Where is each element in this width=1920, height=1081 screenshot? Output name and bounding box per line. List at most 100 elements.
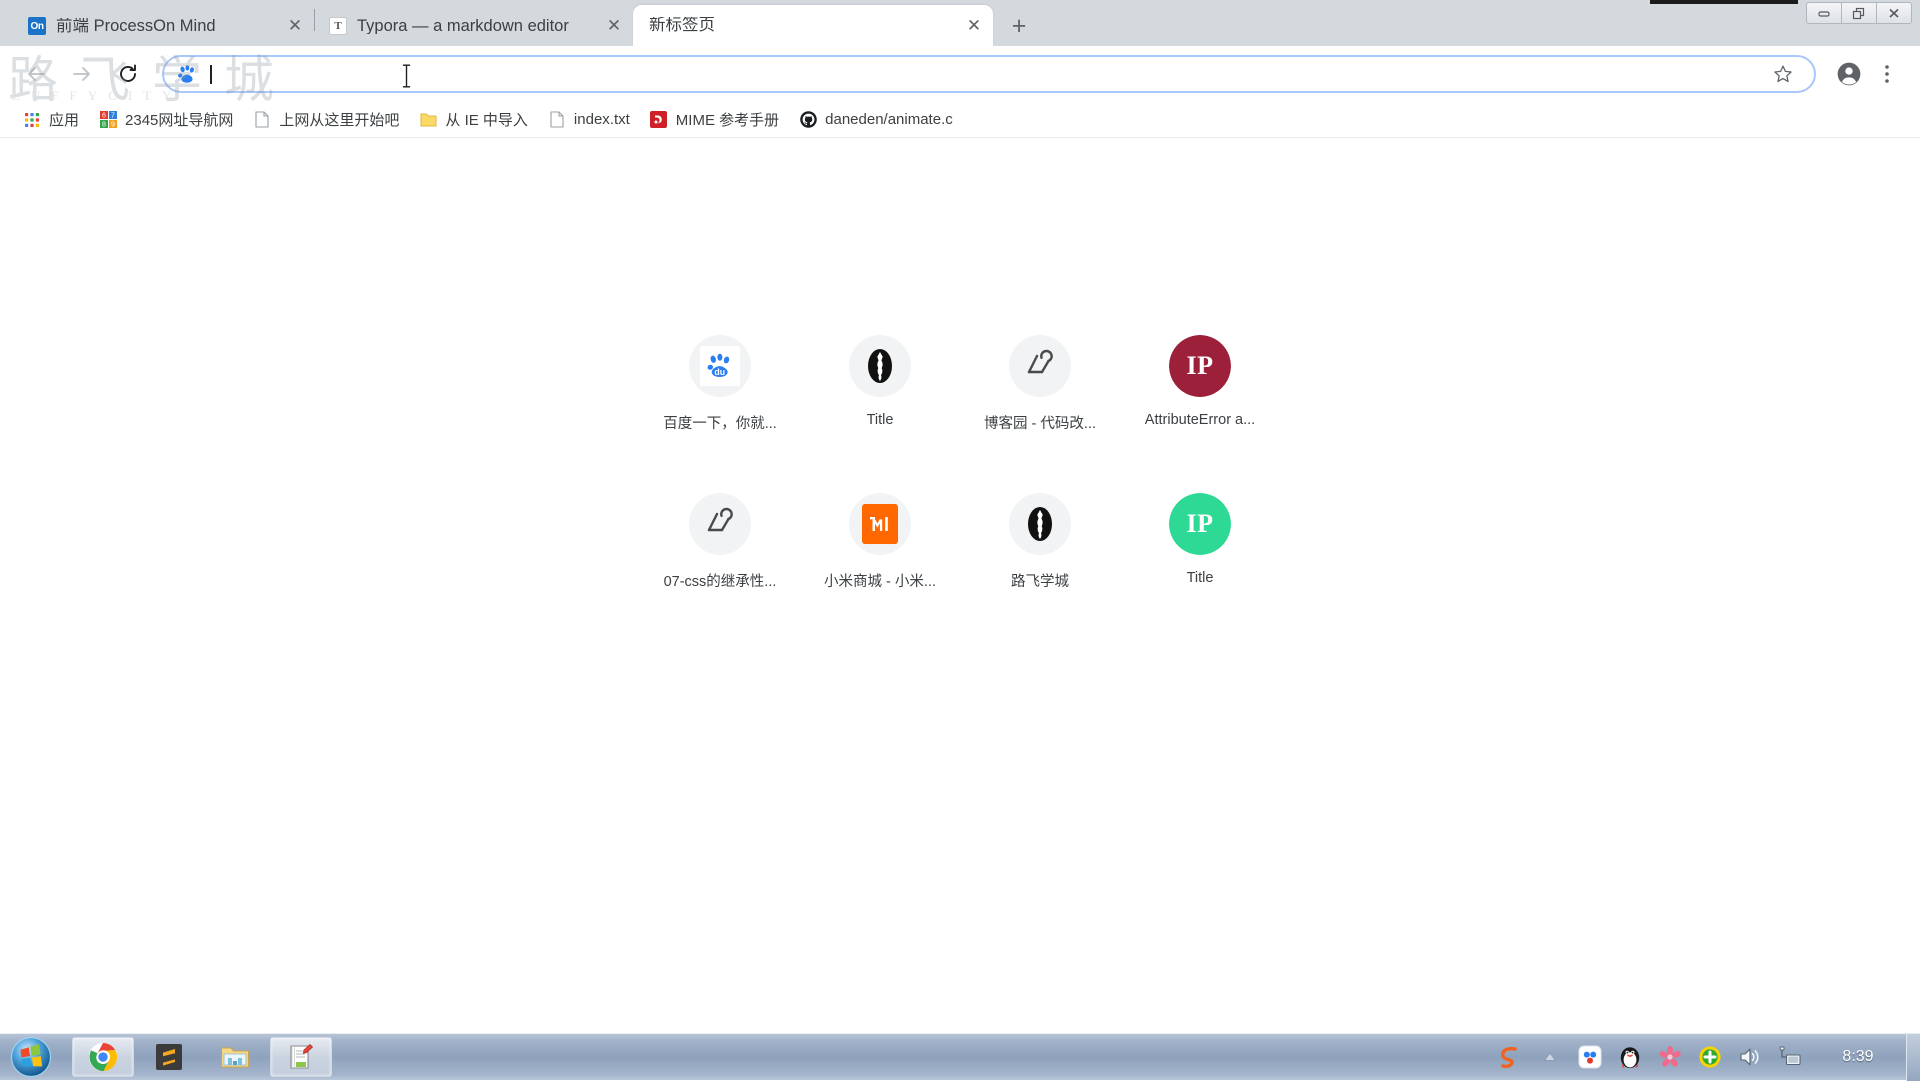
window-controls: [1806, 2, 1912, 24]
taskbar-item-file-explorer[interactable]: [204, 1037, 266, 1077]
tab-strip: On 前端 ProcessOn Mind ✕ T Typora — a mark…: [0, 0, 1920, 46]
show-hidden-icons-icon[interactable]: [1534, 1041, 1566, 1073]
windows-start-orb-icon: [10, 1036, 52, 1078]
tile-label: Title: [866, 412, 894, 428]
bookmark-ie-import-folder[interactable]: 从 IE 中导入: [410, 107, 537, 133]
tab-typora[interactable]: T Typora — a markdown editor ✕: [315, 6, 633, 46]
tile-icon-wrapper: [849, 335, 911, 397]
taskbar-item-notepad-editor[interactable]: [270, 1037, 332, 1077]
baidu-netdisk-icon[interactable]: [1574, 1041, 1606, 1073]
tile-icon-wrapper: [849, 493, 911, 555]
tile-icon-wrapper: [689, 493, 751, 555]
qq-icon[interactable]: [1614, 1041, 1646, 1073]
baidu-paw-icon: [178, 65, 194, 83]
tile-icon-wrapper: IP: [1169, 493, 1231, 555]
tab-close-icon[interactable]: ✕: [282, 13, 308, 39]
network-icon[interactable]: [1774, 1041, 1806, 1073]
shortcut-tile-cnblogs[interactable]: 博客园 - 代码改...: [960, 335, 1120, 433]
forward-button[interactable]: [62, 54, 102, 94]
svg-text:6: 6: [102, 113, 106, 120]
text-cursor-caret: [210, 64, 212, 84]
start-button[interactable]: [4, 1035, 58, 1079]
bookmark-start-here[interactable]: 上网从这里开始吧: [244, 107, 408, 133]
sublime-text-icon: [156, 1044, 182, 1070]
bookmark-mime-manual[interactable]: MIME 参考手册: [641, 107, 788, 133]
chrome-menu-button[interactable]: [1870, 57, 1904, 91]
tab-close-icon[interactable]: ✕: [601, 13, 627, 39]
tile-icon-wrapper: du: [689, 335, 751, 397]
shortcut-tile-luffy-city[interactable]: 路飞学城: [960, 493, 1120, 591]
close-icon: [1889, 8, 1899, 18]
shortcut-tile-attributeerror[interactable]: IP AttributeError a...: [1120, 335, 1280, 433]
2345-icon: 6 7 8 9: [99, 111, 117, 129]
tab-title: Typora — a markdown editor: [357, 17, 569, 35]
tab-title: 前端 ProcessOn Mind: [56, 17, 216, 35]
svg-text:8: 8: [102, 122, 106, 129]
bookmark-label: 应用: [49, 112, 80, 129]
shortcut-tile-title-luffy[interactable]: Title: [800, 335, 960, 433]
windows-taskbar: 8:39: [0, 1033, 1920, 1081]
mime-icon: [650, 111, 668, 129]
bookmark-apps[interactable]: 应用: [14, 107, 88, 133]
restore-button[interactable]: [1841, 2, 1877, 24]
back-button[interactable]: [16, 54, 56, 94]
restore-icon: [1852, 7, 1865, 19]
baidu-icon: du: [700, 346, 740, 386]
volume-icon[interactable]: [1734, 1041, 1766, 1073]
tile-icon-wrapper: IP: [1169, 335, 1231, 397]
bookmark-2345[interactable]: 6 7 8 9 2345网址导航网: [90, 107, 242, 133]
ip-badge-icon: IP: [1169, 335, 1231, 397]
bookmark-label: MIME 参考手册: [675, 112, 780, 129]
new-tab-page: du 百度一下，你就... Title 博客园 - 代码改... IP Attr…: [0, 138, 1920, 1033]
shortcut-tiles-grid: du 百度一下，你就... Title 博客园 - 代码改... IP Attr…: [640, 335, 1280, 591]
360-flower-icon[interactable]: [1654, 1041, 1686, 1073]
bookmark-label: 2345网址导航网: [125, 112, 234, 129]
tile-label: 路飞学城: [1011, 574, 1069, 590]
svg-text:du: du: [714, 367, 725, 377]
title-bar-accent: [1650, 0, 1798, 4]
tile-label: 07-css的继承性...: [663, 574, 777, 590]
account-circle-icon: [1837, 62, 1861, 86]
new-tab-button[interactable]: +: [1001, 9, 1037, 43]
tile-label: Title: [1186, 570, 1214, 586]
360-security-icon[interactable]: [1694, 1041, 1726, 1073]
svg-text:7: 7: [111, 113, 115, 120]
taskbar-item-sublime-text[interactable]: [138, 1037, 200, 1077]
shortcut-tile-baidu[interactable]: du 百度一下，你就...: [640, 335, 800, 433]
taskbar-clock[interactable]: 8:39: [1810, 1048, 1906, 1066]
address-bar[interactable]: [162, 55, 1816, 93]
tile-label: 博客园 - 代码改...: [984, 416, 1096, 432]
github-icon: [799, 111, 817, 129]
tile-label: AttributeError a...: [1144, 412, 1256, 428]
close-button[interactable]: [1876, 2, 1912, 24]
bookmark-star-button[interactable]: [1766, 57, 1800, 91]
tab-new-tab-page[interactable]: 新标签页 ✕: [633, 5, 993, 46]
shortcut-tile-07-css[interactable]: 07-css的继承性...: [640, 493, 800, 591]
shortcut-tile-title-ip-green[interactable]: IP Title: [1120, 493, 1280, 591]
three-dots-menu-icon: [1885, 65, 1889, 83]
sogou-input-icon[interactable]: [1494, 1041, 1526, 1073]
show-desktop-button[interactable]: [1906, 1033, 1920, 1081]
tile-label: 小米商城 - 小米...: [824, 574, 936, 590]
folder-icon: [419, 111, 437, 129]
bookmark-daneden-animate[interactable]: daneden/animate.c: [790, 107, 962, 133]
typora-icon: T: [329, 17, 347, 35]
shortcut-tile-xiaomi[interactable]: 小米商城 - 小米...: [800, 493, 960, 591]
bookmark-index-txt[interactable]: index.txt: [539, 107, 639, 133]
bookmark-label: 从 IE 中导入: [445, 112, 528, 129]
reload-button[interactable]: [108, 54, 148, 94]
luffy-icon: [1028, 507, 1052, 541]
taskbar-item-chrome[interactable]: [72, 1037, 134, 1077]
tile-icon-wrapper: [1009, 335, 1071, 397]
tab-processon[interactable]: On 前端 ProcessOn Mind ✕: [14, 6, 314, 46]
system-tray: 8:39: [1490, 1033, 1920, 1081]
tile-icon-wrapper: [1009, 493, 1071, 555]
bookmark-label: 上网从这里开始吧: [279, 112, 400, 129]
minimize-button[interactable]: [1806, 2, 1842, 24]
bookmark-label: daneden/animate.c: [825, 111, 953, 128]
tab-close-icon[interactable]: ✕: [961, 13, 987, 39]
cnblogs-icon: [707, 507, 733, 532]
ip-badge-icon: IP: [1169, 493, 1231, 555]
notepad-editor-icon: [290, 1043, 314, 1069]
profile-avatar-button[interactable]: [1832, 57, 1866, 91]
